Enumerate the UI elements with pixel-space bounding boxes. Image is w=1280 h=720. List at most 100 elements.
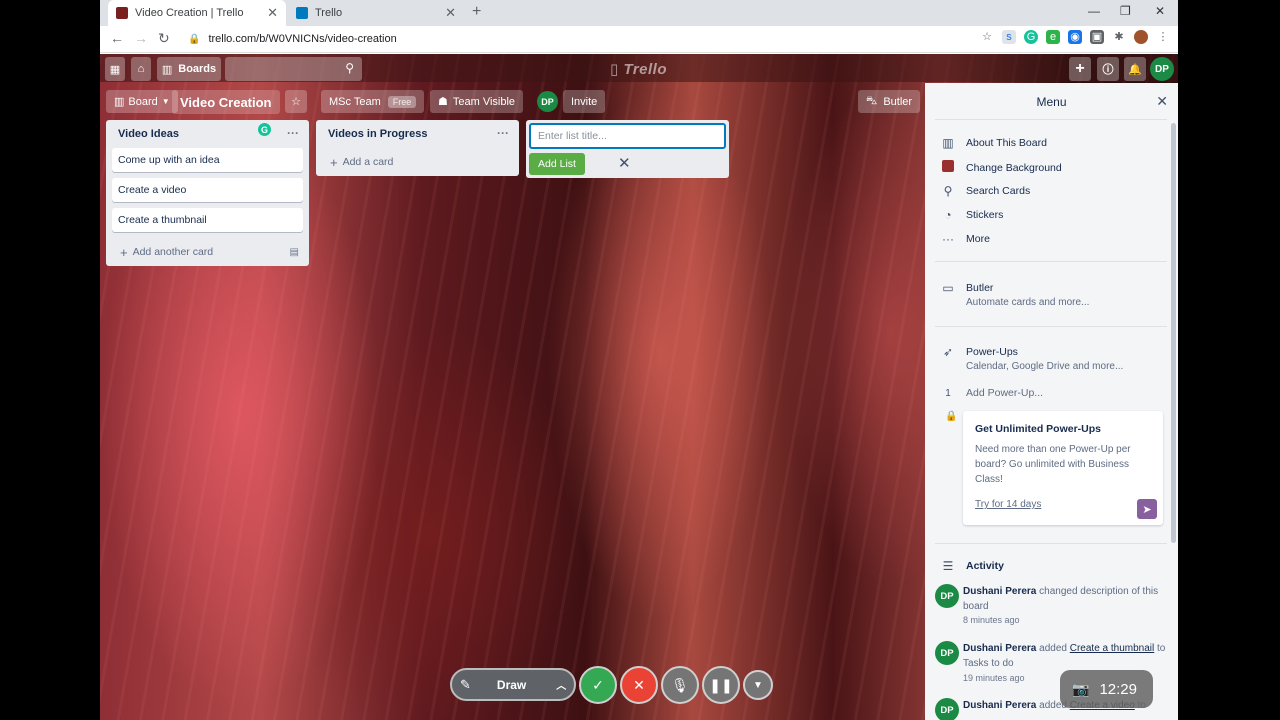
activity-card-link[interactable]: Create a thumbnail [1070, 643, 1155, 654]
create-plus-icon[interactable]: + [1069, 57, 1091, 81]
visibility-button[interactable]: ☗ Team Visible [430, 90, 524, 113]
discard-x-icon[interactable]: ✕ [620, 666, 658, 704]
minimize-icon[interactable]: — [1088, 4, 1100, 18]
activity-time[interactable]: 19 minutes ago [963, 673, 1025, 683]
apps-grid-icon[interactable]: ▦ [105, 57, 125, 81]
list-title: Videos in Progress [328, 128, 428, 140]
add-power-up-button[interactable]: 1 Add Power-Up... [940, 387, 1043, 399]
bookmark-star-icon[interactable]: ☆ [980, 30, 994, 44]
list-header[interactable]: Videos in Progress ··· [316, 120, 519, 148]
add-card-button[interactable]: + Add a card [316, 148, 519, 176]
browser-toolbar: ← → ↻ 🔒 trello.com/b/W0VNICNs/video-crea… [100, 26, 1178, 53]
notification-bell-icon[interactable]: 🔔 [1124, 57, 1146, 81]
list-menu-ellipsis-icon[interactable]: ··· [497, 126, 509, 140]
card-template-icon[interactable]: ▤ [290, 247, 299, 258]
forward-arrow-icon[interactable]: → [134, 30, 148, 46]
extension-bar: ☆ s G e ◉ ▣ ✱ ⋮ [980, 30, 1170, 44]
home-icon[interactable]: ⌂ [131, 57, 151, 81]
recording-timer: 📷 12:29 [1060, 670, 1153, 708]
unlimited-power-ups-promo: Get Unlimited Power-Ups Need more than o… [963, 411, 1163, 525]
free-badge: Free [387, 95, 417, 108]
divider [935, 326, 1167, 327]
menu-item-butler[interactable]: ▭ Butler [940, 281, 993, 295]
board-title[interactable]: Video Creation [172, 90, 280, 114]
activity-user[interactable]: Dushani Perera [963, 700, 1036, 711]
add-list-button[interactable]: Add List [529, 153, 585, 175]
grammarly-badge-icon[interactable]: G [258, 123, 271, 136]
profile-avatar-icon[interactable] [1134, 30, 1148, 44]
info-icon[interactable]: ⓘ [1097, 57, 1119, 81]
puzzle-extensions-icon[interactable]: ✱ [1112, 30, 1126, 44]
activity-avatar[interactable]: DP [935, 698, 959, 720]
list-title-input[interactable] [529, 123, 726, 149]
team-button[interactable]: MSc Team Free [321, 90, 425, 113]
divider [935, 261, 1167, 262]
close-icon[interactable]: ✕ [618, 154, 631, 172]
tab-trello[interactable]: Trello ✕ [288, 0, 464, 26]
activity-time[interactable]: 8 minutes ago [963, 615, 1020, 625]
microphone-icon[interactable]: 🎙 [661, 666, 699, 704]
menu-item-power-ups[interactable]: ➶ Power-Ups [940, 345, 1018, 359]
tab-video-creation[interactable]: Video Creation | Trello ✕ [108, 0, 286, 26]
card[interactable]: Create a thumbnail [112, 208, 303, 232]
pause-icon[interactable]: ❚❚ [702, 666, 740, 704]
search-input[interactable]: ⚲ [225, 57, 362, 81]
try-free-link[interactable]: Try for 14 days [975, 499, 1041, 510]
screen-capture-icon[interactable]: ◉ [1068, 30, 1082, 44]
activity-avatar[interactable]: DP [935, 584, 959, 608]
address-bar[interactable]: 🔒 trello.com/b/W0VNICNs/video-creation [188, 29, 397, 49]
menu-scrollbar[interactable] [1171, 123, 1176, 543]
trello-logo-icon: ▯ [610, 61, 619, 78]
wallet-icon[interactable]: ▣ [1090, 30, 1104, 44]
close-tab-icon[interactable]: ✕ [267, 5, 278, 21]
boards-button[interactable]: ▥ Boards [157, 57, 221, 81]
board-view-switcher[interactable]: ▥ Board ▼ [106, 90, 178, 113]
extension-icon[interactable]: s [1002, 30, 1016, 44]
trello-logo[interactable]: ▯ Trello [610, 60, 667, 78]
card[interactable]: Create a video [112, 178, 303, 202]
invite-button[interactable]: Invite [563, 90, 606, 113]
restore-icon[interactable]: ❐ [1120, 4, 1131, 18]
power-ups-subtitle: Calendar, Google Drive and more... [966, 361, 1124, 372]
confirm-check-icon[interactable]: ✓ [579, 666, 617, 704]
card[interactable]: Come up with an idea [112, 148, 303, 172]
reload-icon[interactable]: ↻ [158, 30, 170, 47]
search-icon: ⚲ [345, 61, 354, 75]
sticker-icon: ◔ [944, 208, 952, 222]
back-arrow-icon[interactable]: ← [110, 30, 124, 46]
butler-button[interactable]: ⛍ Butler [858, 90, 921, 113]
menu-item-about[interactable]: ▥ About This Board [940, 136, 1047, 150]
camera-icon[interactable]: 📷 [1072, 681, 1089, 698]
menu-item-stickers[interactable]: ◔ Stickers [940, 208, 1003, 222]
activity-user[interactable]: Dushani Perera [963, 586, 1036, 597]
activity-avatar[interactable]: DP [935, 641, 959, 665]
menu-item-label: Change Background [966, 161, 1062, 174]
grammarly-icon[interactable]: G [1024, 30, 1038, 44]
star-board-icon[interactable]: ☆ [285, 90, 307, 113]
board-icon: ▥ [161, 63, 173, 76]
close-window-icon[interactable]: ✕ [1155, 4, 1165, 18]
upgrade-send-icon[interactable]: ➤ [1137, 499, 1157, 519]
chevron-down-icon[interactable]: ▼ [743, 670, 773, 700]
board-menu-panel: Menu ✕ ▥ About This Board Change Backgro… [925, 83, 1178, 720]
new-tab-icon[interactable]: + [472, 3, 481, 21]
list-menu-ellipsis-icon[interactable]: ··· [287, 126, 299, 140]
activity-list-icon: ☰ [942, 559, 954, 573]
close-icon[interactable]: ✕ [1156, 93, 1168, 110]
evernote-icon[interactable]: e [1046, 30, 1060, 44]
add-card-button[interactable]: + Add another card ▤ [106, 238, 309, 266]
lock-icon: 🔒 [188, 33, 201, 45]
user-avatar[interactable]: DP [1150, 57, 1174, 81]
menu-item-label: Power-Ups [966, 346, 1018, 358]
menu-item-label: Stickers [966, 209, 1004, 221]
list-header[interactable]: Video Ideas ··· [106, 120, 309, 148]
close-tab-icon[interactable]: ✕ [445, 5, 456, 21]
menu-item-more[interactable]: ··· More [940, 232, 990, 246]
menu-item-change-background[interactable]: Change Background [940, 160, 1062, 175]
visibility-label: Team Visible [452, 95, 516, 108]
board-member-avatar[interactable]: DP [537, 91, 558, 112]
draw-button[interactable]: ✎ Draw ︿ [450, 668, 576, 701]
chrome-menu-icon[interactable]: ⋮ [1156, 30, 1170, 44]
menu-item-search-cards[interactable]: ⚲ Search Cards [940, 184, 1031, 198]
activity-user[interactable]: Dushani Perera [963, 643, 1036, 654]
